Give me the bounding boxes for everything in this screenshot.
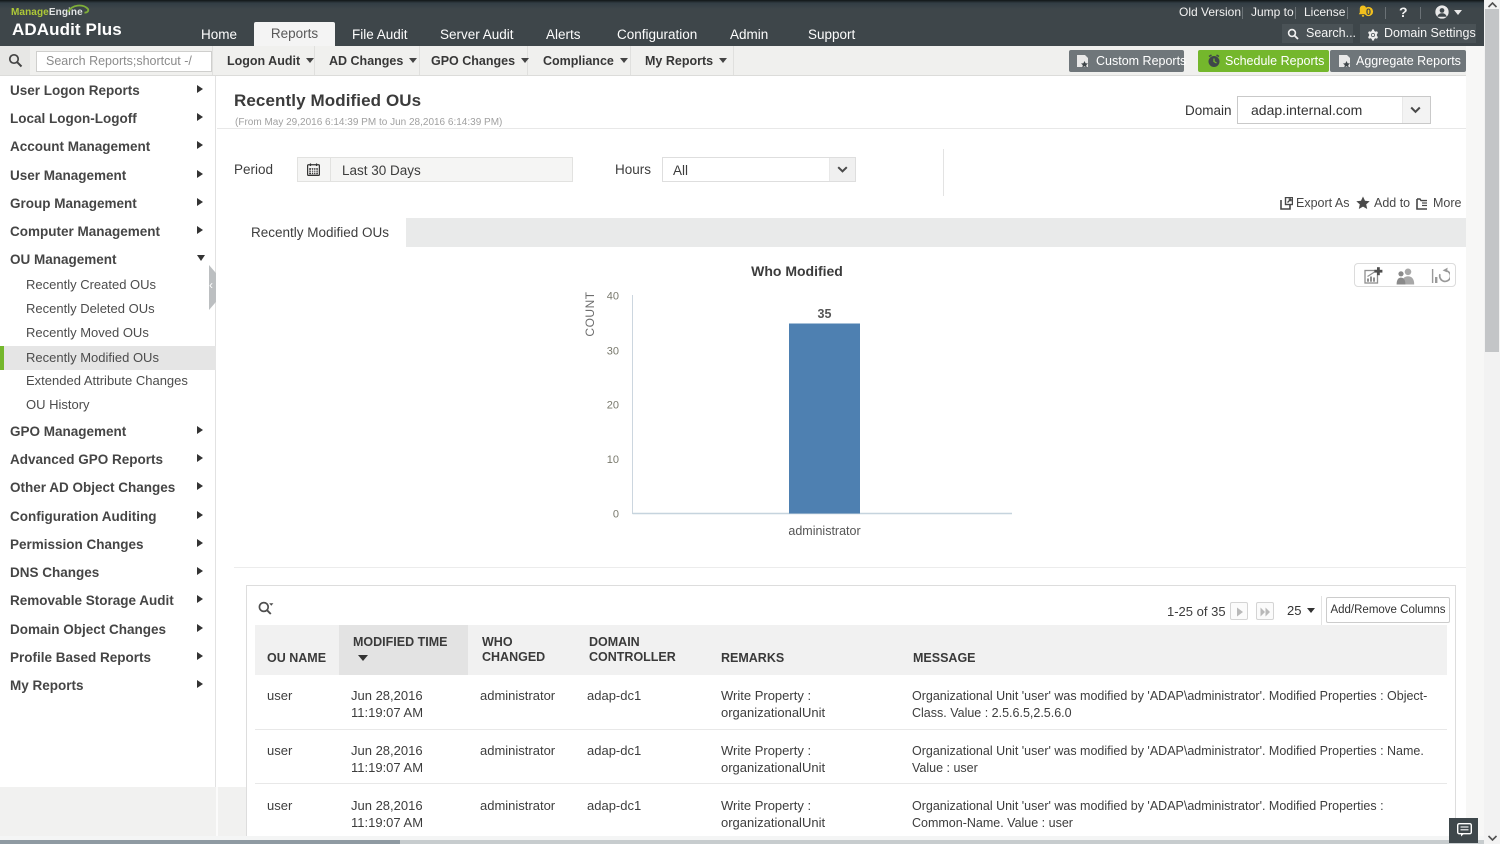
svg-text:COUNT: COUNT	[583, 291, 597, 336]
svg-text:40: 40	[607, 291, 619, 303]
svg-text:10: 10	[607, 454, 619, 466]
svg-text:administrator: administrator	[788, 524, 860, 538]
svg-text:30: 30	[607, 345, 619, 357]
svg-text:20: 20	[607, 399, 619, 411]
svg-text:0: 0	[613, 509, 619, 521]
svg-text:35: 35	[818, 307, 832, 321]
svg-text:0: 0	[1366, 7, 1371, 17]
